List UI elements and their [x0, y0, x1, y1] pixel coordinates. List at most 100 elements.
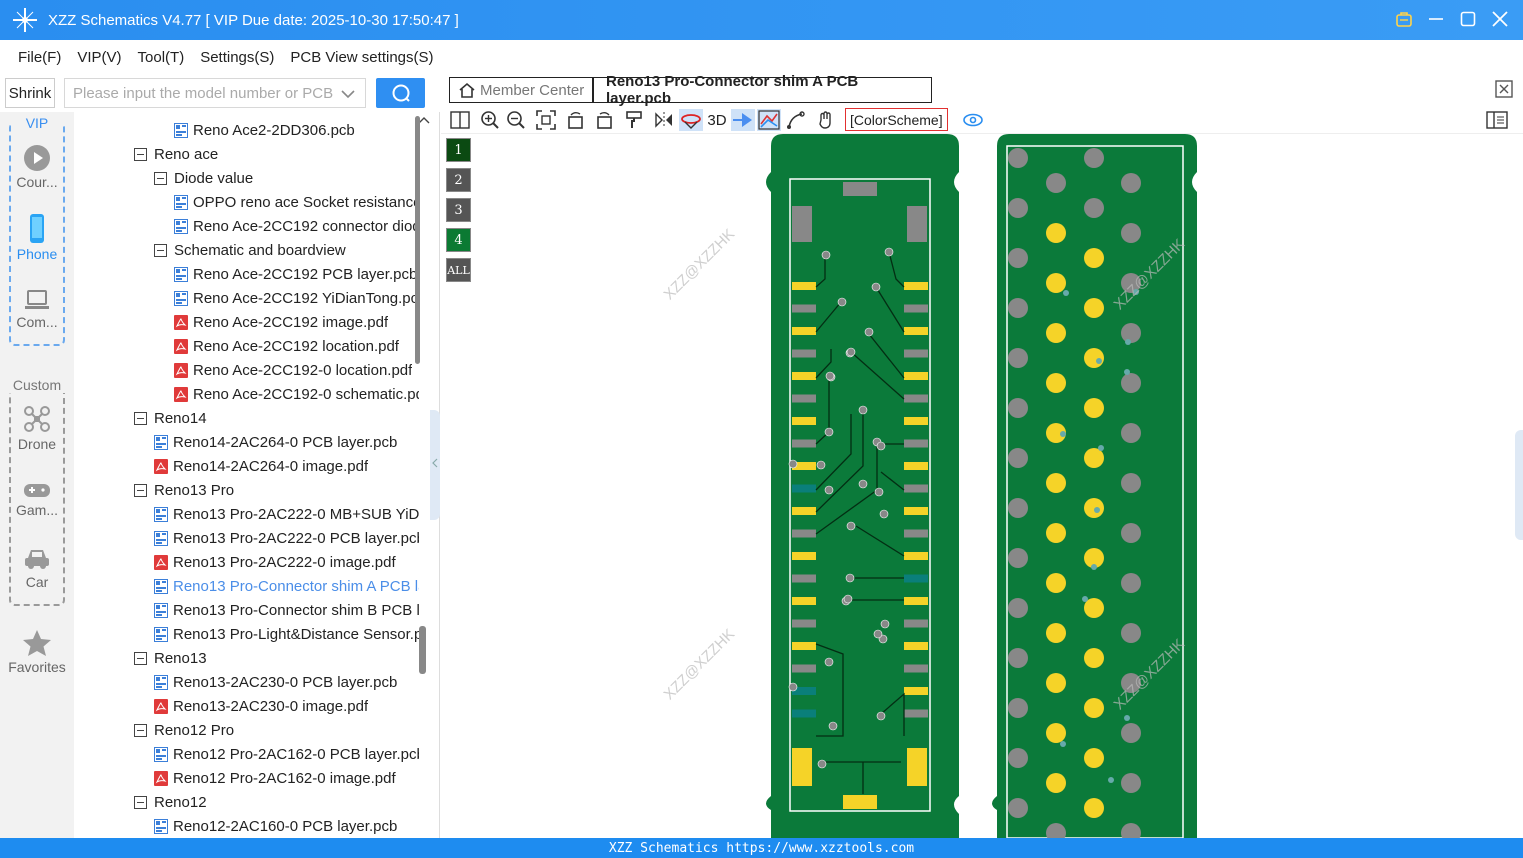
sidebar-item-drone[interactable]: Drone	[0, 404, 74, 452]
tree-folder[interactable]: Reno12	[134, 790, 419, 814]
trace-view-button[interactable]	[757, 109, 781, 131]
tree-file-item[interactable]: Reno Ace-2CC192 location.pdf	[174, 334, 419, 358]
collapse-toggle-icon[interactable]	[154, 243, 167, 257]
rotate-left-button[interactable]	[565, 109, 587, 131]
ball-pad	[1046, 373, 1066, 393]
car-icon	[25, 550, 49, 569]
sidebar-item-phone[interactable]: Phone	[0, 214, 74, 262]
via-a	[876, 441, 886, 451]
tree-folder[interactable]: Reno13 Pro	[134, 478, 419, 502]
tree-file-item[interactable]: Reno12 Pro-2AC162-0 PCB layer.pcb	[154, 742, 419, 766]
mirror-button[interactable]	[653, 109, 675, 131]
format-painter-button[interactable]	[623, 109, 645, 131]
zoom-in-button[interactable]	[479, 109, 501, 131]
tree-file-item[interactable]: Reno13 Pro-Connector shim A PCB layer.pc…	[154, 574, 419, 598]
tree-file-item[interactable]: Reno Ace-2CC192 connector diode	[174, 214, 419, 238]
pad-right	[904, 529, 928, 538]
tree-file-item[interactable]: Reno13-2AC230-0 PCB layer.pcb	[154, 670, 419, 694]
vip-bag-button[interactable]	[1393, 8, 1415, 30]
menu-pcb-view-settings[interactable]: PCB View settings(S)	[282, 49, 441, 66]
tab-member-center[interactable]: Member Center	[449, 77, 594, 103]
fit-view-button[interactable]	[535, 109, 557, 131]
menu-settings[interactable]: Settings(S)	[192, 49, 282, 66]
tree-folder[interactable]: Schematic and boardview	[154, 238, 419, 262]
menu-tool[interactable]: Tool(T)	[130, 49, 193, 66]
pin-direction-button[interactable]	[731, 109, 755, 131]
panel-splitter[interactable]	[430, 410, 440, 520]
tree-file-item[interactable]: Reno14-2AC264-0 PCB layer.pcb	[154, 430, 419, 454]
tree-folder[interactable]: Diode value	[154, 166, 419, 190]
tree-file-item[interactable]: Reno13 Pro-Light&Distance Sensor.pcb	[154, 622, 419, 646]
collapse-toggle-icon[interactable]	[134, 723, 147, 737]
collapse-toggle-icon[interactable]	[134, 411, 147, 425]
tree-file-item[interactable]: Reno12-2AC160-0 PCB layer.pcb	[154, 814, 419, 838]
tab-active-pcb[interactable]: Reno13 Pro-Connector shim A PCB layer.pc…	[593, 73, 932, 107]
via-b	[1091, 564, 1097, 570]
tree-file-item[interactable]: Reno13 Pro-2AC222-0 PCB layer.pcb	[154, 526, 419, 550]
tree-folder[interactable]: Reno12 Pro	[134, 718, 419, 742]
side-panel-toggle-button[interactable]	[1485, 109, 1509, 131]
tree-file-item[interactable]: OPPO reno ace Socket resistance	[174, 190, 419, 214]
tree-file-item[interactable]: Reno Ace-2CC192 PCB layer.pcb	[174, 262, 419, 286]
collapse-toggle-icon[interactable]	[134, 795, 147, 809]
star-icon	[23, 630, 51, 656]
collapse-toggle-icon[interactable]	[154, 171, 167, 185]
sidebar-item-computer[interactable]: Com...	[0, 288, 74, 330]
scroll-thumb-primary[interactable]	[415, 116, 420, 364]
ball-pad	[1084, 698, 1104, 718]
collapse-toggle-icon[interactable]	[134, 651, 147, 665]
menu-vip[interactable]: VIP(V)	[69, 49, 129, 66]
scroll-thumb-secondary[interactable]	[419, 626, 426, 674]
tree-file-item[interactable]: Reno14-2AC264-0 image.pdf	[154, 454, 419, 478]
pan-tool-button[interactable]	[815, 109, 837, 131]
collapse-toggle-icon[interactable]	[134, 147, 147, 161]
pcb-canvas[interactable]: 1 2 3 4 ALL XZZ@XZZHK XZZ@XZZHK XZZ@XZZH…	[441, 134, 1523, 838]
search-button[interactable]	[376, 78, 425, 108]
tree-file-item[interactable]: Reno13-2AC230-0 image.pdf	[154, 694, 419, 718]
tree-file-item[interactable]: Reno12 Pro-2AC162-0 image.pdf	[154, 766, 419, 790]
highlight-net-button[interactable]	[679, 109, 703, 131]
maximize-button[interactable]	[1457, 8, 1479, 30]
close-button[interactable]	[1489, 8, 1511, 30]
tree-folder[interactable]: Reno13	[134, 646, 419, 670]
split-view-button[interactable]	[449, 109, 471, 131]
shrink-button[interactable]: Shrink	[5, 78, 55, 108]
ball-pad	[1046, 173, 1066, 193]
tree-file-item[interactable]: Reno13 Pro-2AC222-0 image.pdf	[154, 550, 419, 574]
sidebar-item-games[interactable]: Gam...	[0, 480, 74, 518]
search-row: Shrink	[0, 74, 440, 112]
side-panel-icon	[1486, 111, 1508, 129]
sidebar-item-courses[interactable]: Cour...	[0, 144, 74, 190]
visibility-button[interactable]	[961, 109, 985, 131]
search-input[interactable]	[73, 84, 333, 102]
zoom-out-button[interactable]	[505, 109, 527, 131]
ball-pad	[1046, 223, 1066, 243]
color-scheme-button[interactable]: [ColorScheme]	[845, 108, 948, 131]
ball-pad	[1084, 298, 1104, 318]
tree-file-item[interactable]: Reno Ace-2CC192-0 schematic.pdf	[174, 382, 419, 406]
tree-folder[interactable]: Reno ace	[134, 142, 419, 166]
tree-file-item[interactable]: Reno Ace-2CC192 image.pdf	[174, 310, 419, 334]
pad-right-big	[907, 206, 927, 242]
sidebar-item-car[interactable]: Car	[0, 546, 74, 590]
right-splitter-handle[interactable]	[1515, 430, 1523, 540]
tree-file-item[interactable]: Reno Ace-2CC192 YiDianTong.pcb	[174, 286, 419, 310]
tree-file-item[interactable]: Reno Ace-2CC192-0 location.pdf	[174, 358, 419, 382]
tree-file-item[interactable]: Reno Ace2-2DD306.pcb	[174, 118, 419, 142]
chevron-down-icon[interactable]	[341, 89, 355, 99]
tree-file-item[interactable]: Reno13 Pro-Connector shim B PCB layer.pc…	[154, 598, 419, 622]
menu-file[interactable]: File(F)	[10, 49, 69, 66]
tree-file-item[interactable]: Reno13 Pro-2AC222-0 MB+SUB YiDianTong.pc…	[154, 502, 419, 526]
pcb-file-icon	[154, 578, 168, 594]
view-3d-button[interactable]: 3D	[705, 109, 729, 131]
ball-pad	[1046, 323, 1066, 343]
pcb-board-view[interactable]	[441, 134, 1523, 838]
close-all-tabs-button[interactable]	[1495, 80, 1513, 101]
tree-item-label: Reno ace	[154, 145, 219, 163]
minimize-button[interactable]	[1425, 8, 1447, 30]
tree-folder[interactable]: Reno14	[134, 406, 419, 430]
rotate-right-button[interactable]	[593, 109, 615, 131]
collapse-toggle-icon[interactable]	[134, 483, 147, 497]
measure-button[interactable]	[785, 109, 807, 131]
sidebar-item-favorites[interactable]: Favorites	[0, 629, 74, 675]
